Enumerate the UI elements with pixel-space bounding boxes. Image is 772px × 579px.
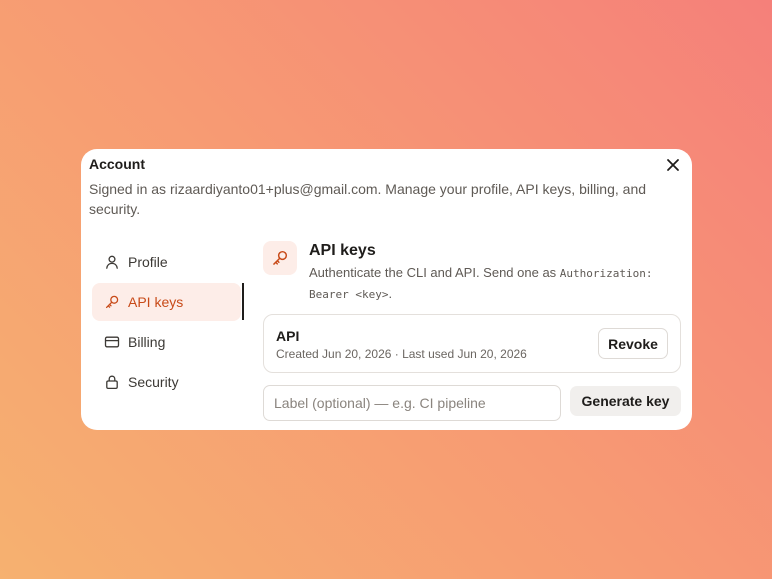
nav-item-label: Billing	[128, 334, 166, 350]
nav-item-profile[interactable]: Profile	[92, 243, 241, 281]
nav-item-label: Profile	[128, 254, 168, 270]
nav-item-api-keys[interactable]: API keys	[92, 283, 244, 321]
key-name: API	[276, 328, 300, 344]
credit-card-icon	[104, 336, 120, 348]
user-icon	[106, 255, 118, 269]
section-description: Authenticate the CLI and API. Send one a…	[309, 263, 669, 305]
description-end: .	[388, 286, 393, 301]
nav-item-label: API keys	[128, 294, 184, 310]
section-title: API keys	[309, 242, 376, 259]
dialog-subtitle: Signed in as rizaardiyanto01+plus@gmail.…	[89, 181, 647, 217]
nav-item-billing[interactable]: Billing	[92, 323, 241, 361]
close-icon[interactable]	[666, 158, 680, 172]
key-icon	[105, 295, 119, 309]
account-dialog: Account Signed in as rizaardiyanto01+plu…	[81, 149, 692, 430]
key-icon	[263, 241, 297, 275]
nav-item-security[interactable]: Security	[92, 363, 241, 401]
nav-item-label: Security	[128, 374, 179, 390]
revoke-button[interactable]: Revoke	[598, 328, 668, 359]
dialog-title: Account	[89, 156, 145, 172]
description-text: Authenticate the CLI and API. Send one a…	[309, 265, 560, 280]
settings-nav: Profile API keys Billing Security	[92, 243, 244, 403]
key-meta: Created Jun 20, 2026 · Last used Jun 20,…	[276, 347, 527, 361]
lock-icon	[106, 375, 118, 390]
generate-key-button[interactable]: Generate key	[570, 386, 681, 416]
api-key-card: API Created Jun 20, 2026 · Last used Jun…	[263, 314, 681, 373]
key-label-input[interactable]	[263, 385, 561, 421]
